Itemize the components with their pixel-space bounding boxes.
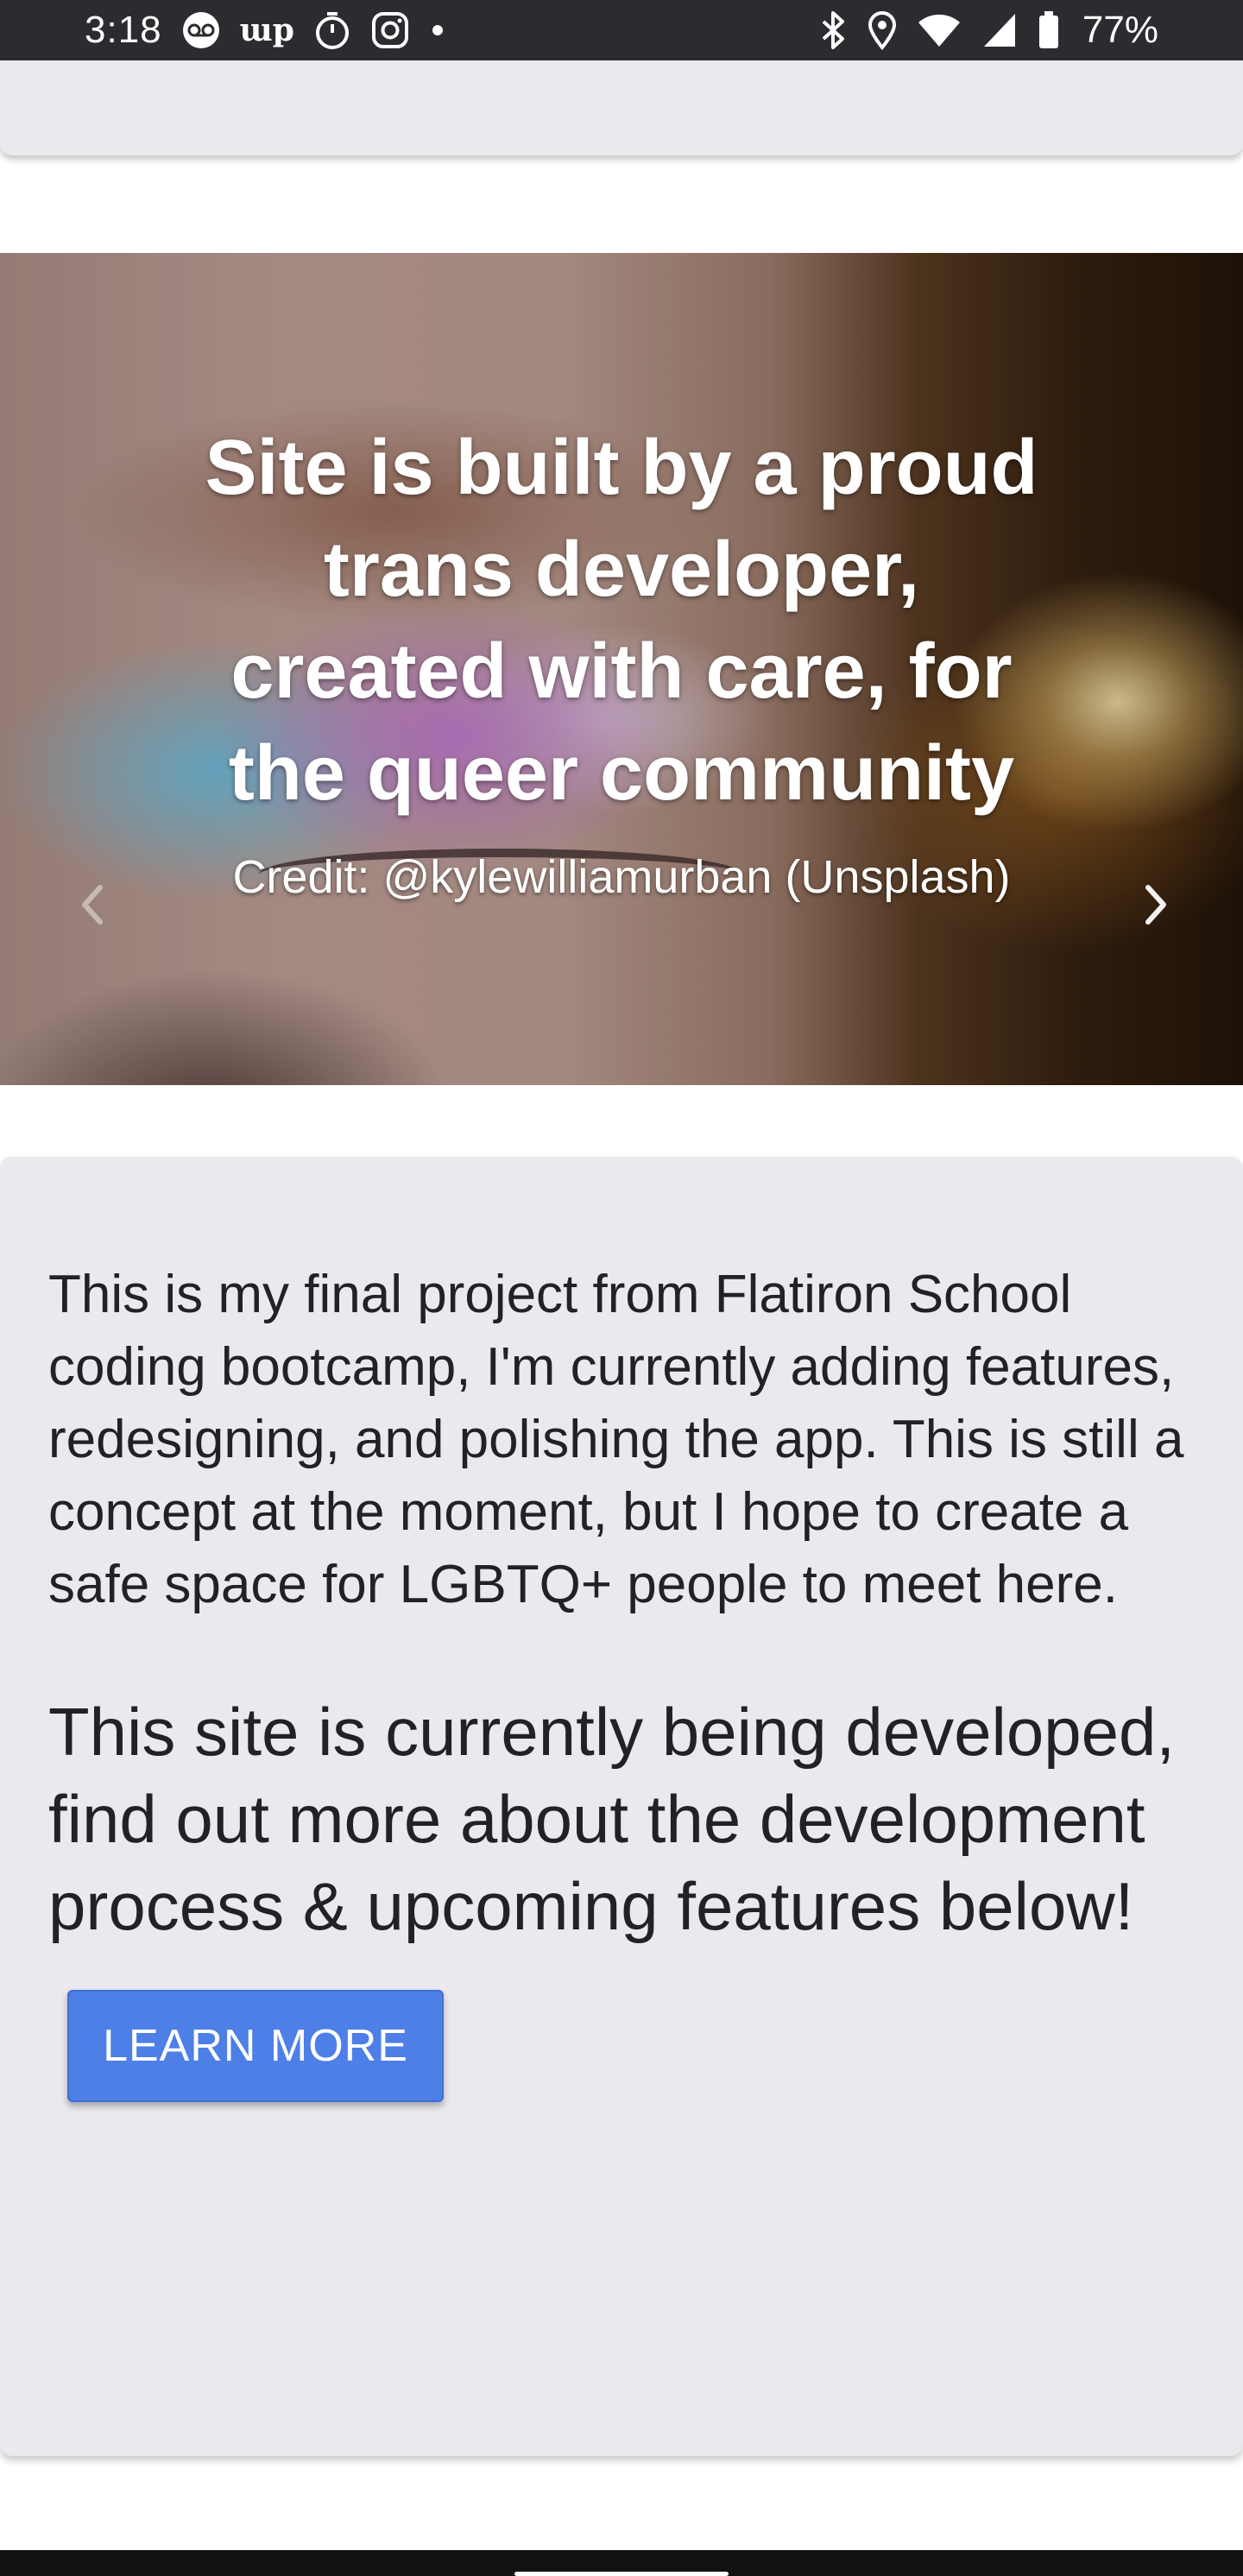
home-indicator[interactable] bbox=[514, 2572, 729, 2576]
carousel-caption: Site is built by a proud trans developer… bbox=[181, 417, 1062, 907]
cell-signal-icon bbox=[981, 10, 1019, 50]
battery-percent: 77% bbox=[1082, 9, 1158, 51]
status-time: 3:18 bbox=[85, 9, 162, 51]
wifi-icon bbox=[917, 10, 962, 50]
chevron-right-icon[interactable] bbox=[1126, 874, 1186, 935]
dot-icon bbox=[429, 10, 446, 50]
bluetooth-icon bbox=[818, 10, 848, 50]
page: 3:18 ɯp 77% Site is built by a proud tra… bbox=[0, 0, 1243, 2576]
carousel-credit: Credit: @kylewilliamurban (Unsplash) bbox=[232, 851, 1011, 903]
status-right: 77% bbox=[818, 9, 1158, 52]
hero-carousel[interactable]: Site is built by a proud trans developer… bbox=[0, 253, 1243, 1085]
washington-post-icon: ɯp bbox=[239, 12, 294, 48]
learn-more-button[interactable]: LEARN MORE bbox=[67, 1990, 444, 2102]
battery-icon bbox=[1038, 10, 1060, 50]
location-icon bbox=[867, 10, 898, 50]
instagram-icon bbox=[370, 10, 410, 50]
status-left: 3:18 ɯp bbox=[85, 9, 446, 52]
carousel-title: Site is built by a proud trans developer… bbox=[205, 425, 1038, 817]
development-heading: This site is currently being developed, … bbox=[48, 1694, 1176, 1944]
intro-card: This is my final project from Flatiron S… bbox=[0, 1157, 1243, 2456]
voicemail-icon bbox=[181, 10, 221, 50]
chevron-left-icon[interactable] bbox=[62, 874, 123, 935]
intro-body-text: This is my final project from Flatiron S… bbox=[48, 1265, 1184, 1614]
stopwatch-icon bbox=[313, 10, 351, 50]
top-app-bar bbox=[0, 60, 1243, 155]
status-bar: 3:18 ɯp 77% bbox=[0, 0, 1243, 60]
